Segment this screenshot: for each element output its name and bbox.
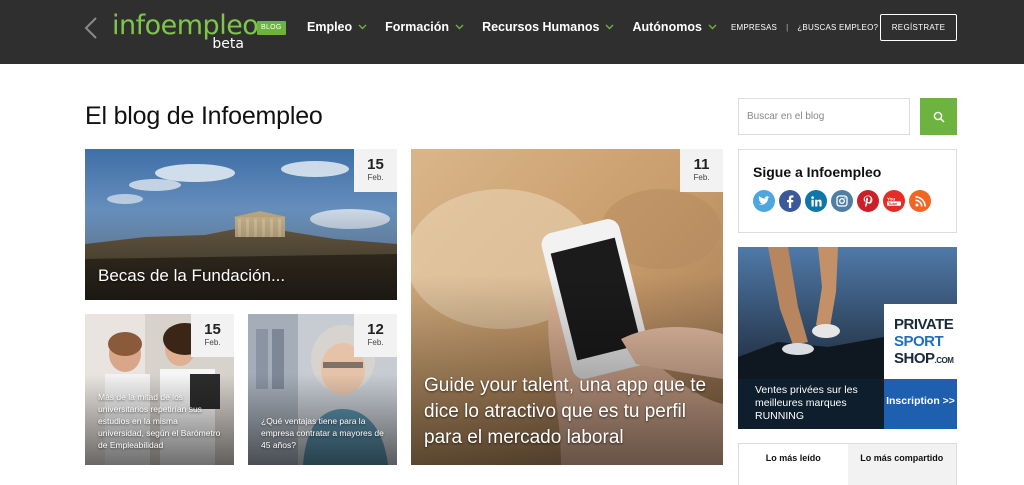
buscas-empleo-link[interactable]: ¿BUSCAS EMPLEO? [797, 23, 878, 32]
date-month: Feb. [204, 338, 221, 347]
date-badge: 15 Feb. [191, 314, 234, 357]
nav-item-label: Formación [385, 20, 450, 34]
date-day: 15 [204, 321, 221, 338]
ad-brand-suffix: .COM [934, 356, 954, 365]
date-day: 12 [367, 321, 384, 338]
date-month: Feb. [693, 173, 710, 182]
ad-brand-logo: PRIVATE SPORT SHOP.COM [884, 304, 957, 379]
nav-item-formacion[interactable]: Formación [385, 20, 464, 34]
nav-item-label: Empleo [307, 20, 353, 34]
search-button[interactable] [920, 98, 957, 135]
post-card[interactable]: 15 Feb. Más de la mitad de los universit… [85, 314, 234, 465]
nav-item-recursos-humanos[interactable]: Recursos Humanos [482, 20, 614, 34]
date-badge: 11 Feb. [680, 149, 723, 192]
ad-text: Ventes privées sur les meilleures marque… [738, 379, 884, 429]
ad-cta-button[interactable]: Inscription >> [884, 379, 957, 429]
follow-title: Sigue a Infoempleo [753, 164, 882, 180]
social-icons: You Tube [753, 190, 931, 212]
date-month: Feb. [367, 338, 384, 347]
page-title: El blog de Infoempleo [85, 102, 323, 130]
chevron-down-icon [605, 24, 614, 30]
nav-item-label: Recursos Humanos [482, 20, 600, 34]
ad-brand-line2: SPORT [894, 333, 944, 350]
popular-tabs: Lo más leído Lo más compartido [738, 443, 957, 485]
post-title[interactable]: ¿Qué ventajas tiene para la empresa cont… [261, 415, 387, 451]
follow-widget: Sigue a Infoempleo You Tube [738, 149, 957, 233]
infoempleo-logo[interactable]: infoempleo beta [112, 9, 259, 53]
date-badge: 12 Feb. [354, 314, 397, 357]
top-links: EMPRESAS | ¿BUSCAS EMPLEO? [731, 23, 878, 32]
main-nav: Empleo Formación Recursos Humanos Autóno… [307, 20, 735, 34]
date-month: Feb. [367, 173, 384, 182]
date-day: 15 [367, 156, 384, 173]
tab-mas-leido[interactable]: Lo más leído [739, 444, 848, 485]
empresas-link[interactable]: EMPRESAS [731, 23, 777, 32]
svg-text:Tube: Tube [888, 201, 898, 206]
logo-subtitle: beta [212, 36, 244, 52]
pinterest-icon[interactable] [857, 190, 879, 212]
post-card[interactable]: 11 Feb. Guide your talent, una app que t… [411, 149, 723, 465]
nav-item-empleo[interactable]: Empleo [307, 20, 367, 34]
sport-shop-ad[interactable]: PRIVATE SPORT SHOP.COM Ventes privées su… [738, 247, 957, 429]
linkedin-icon[interactable] [805, 190, 827, 212]
post-card[interactable]: 12 Feb. ¿Qué ventajas tiene para la empr… [248, 314, 397, 465]
blog-badge: BLOG [257, 21, 286, 35]
post-title[interactable]: Guide your talent, una app que te dice l… [424, 373, 709, 451]
search-icon [933, 111, 945, 123]
register-button[interactable]: REGÍSTRATE [880, 14, 957, 41]
chevron-down-icon [455, 24, 464, 30]
facebook-icon[interactable] [779, 190, 801, 212]
twitter-icon[interactable] [753, 190, 775, 212]
ad-brand-shop: SHOP [894, 350, 935, 367]
post-title[interactable]: Becas de la Fundación... [98, 266, 285, 286]
tab-mas-compartido[interactable]: Lo más compartido [847, 444, 956, 485]
chevron-down-icon [358, 24, 367, 30]
nav-item-label: Autónomos [632, 20, 702, 34]
post-title[interactable]: Más de la mitad de los universitarios re… [98, 391, 224, 451]
post-card[interactable]: 15 Feb. Becas de la Fundación... [85, 149, 397, 300]
link-separator: | [786, 23, 789, 32]
blog-search-input[interactable] [738, 98, 910, 135]
date-badge: 15 Feb. [354, 149, 397, 192]
ad-brand-line3: SHOP.COM [894, 350, 954, 369]
youtube-icon[interactable]: You Tube [883, 190, 905, 212]
rss-icon[interactable] [909, 190, 931, 212]
back-arrow-icon[interactable] [84, 17, 98, 39]
date-day: 11 [693, 156, 710, 173]
chevron-down-icon [708, 24, 717, 30]
instagram-icon[interactable] [831, 190, 853, 212]
top-navbar: infoempleo beta BLOG Empleo Formación Re… [0, 0, 1024, 64]
ad-brand-line1: PRIVATE [894, 316, 954, 333]
nav-item-autonomos[interactable]: Autónomos [632, 20, 717, 34]
card-shade [85, 209, 397, 300]
